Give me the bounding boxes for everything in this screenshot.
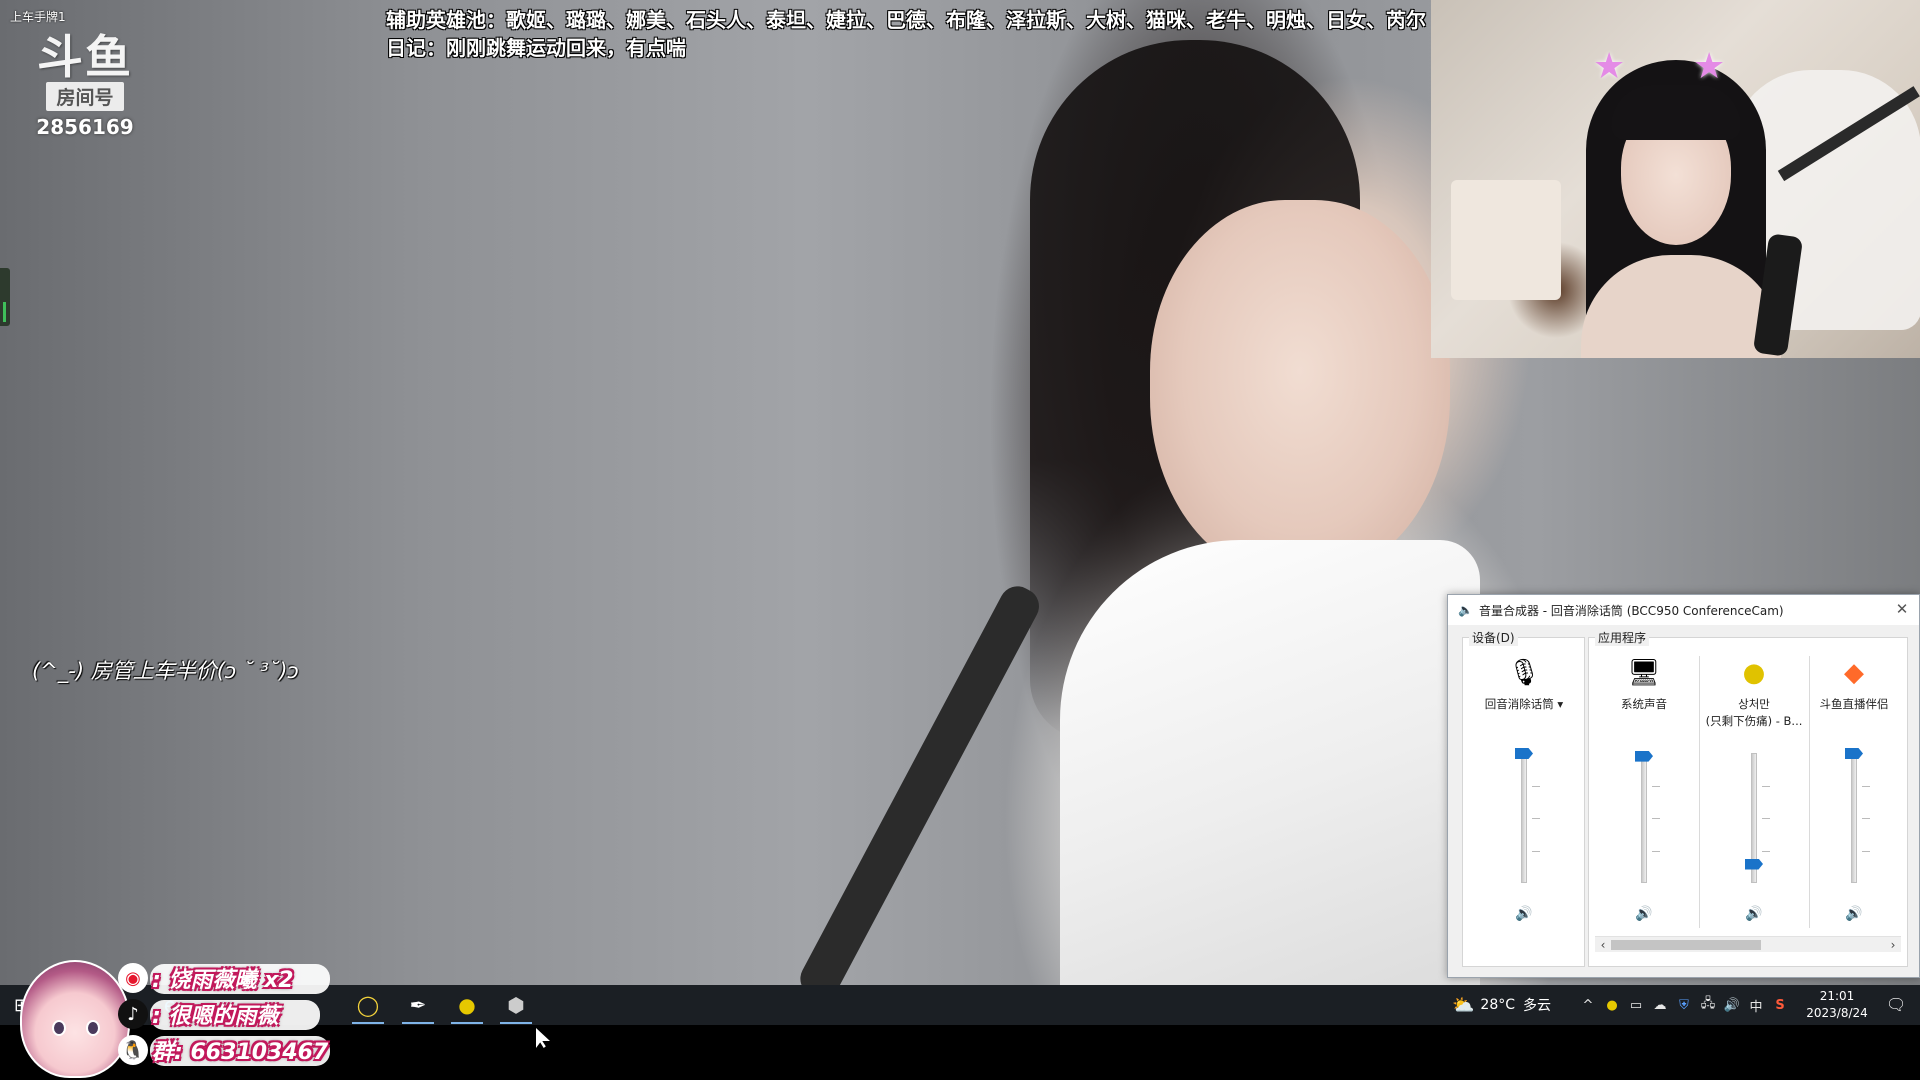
- cloud-icon: ⛅: [1452, 994, 1475, 1016]
- mute-button-device[interactable]: 🔊: [1515, 906, 1532, 922]
- slider-tick: [1762, 850, 1770, 852]
- volume-slider-device[interactable]: [1521, 753, 1527, 883]
- slider-tick: [1862, 850, 1870, 852]
- corner-tag: 上车手牌1: [10, 10, 66, 24]
- notification-icon[interactable]: 🗨: [1886, 995, 1906, 1014]
- mixer-title-bar[interactable]: 🔈 音量合成器 - 回音消除话筒 (BCC950 ConferenceCam): [1448, 595, 1919, 625]
- headline-overlay: 辅助英雄池：歌姬、璐璐、娜美、石头人、泰坦、婕拉、巴德、布隆、泽拉斯、大树、猫咪…: [386, 6, 1426, 62]
- hero-pool-text: 辅助英雄池：歌姬、璐璐、娜美、石头人、泰坦、婕拉、巴德、布隆、泽拉斯、大树、猫咪…: [386, 8, 1426, 32]
- avatar-eye: [52, 1020, 66, 1036]
- slider-tick: [1652, 850, 1660, 852]
- tray-app-icon[interactable]: ●: [1600, 998, 1624, 1013]
- scroll-left-icon[interactable]: ‹: [1595, 937, 1611, 953]
- slider-tick: [1762, 818, 1770, 819]
- slider-thumb-douyu[interactable]: [1845, 748, 1863, 759]
- channel-system: 🖥 系统声音 🔊: [1589, 638, 1699, 938]
- network-icon[interactable]: 🖧: [1696, 994, 1720, 1016]
- mute-button-douyu[interactable]: 🔊: [1845, 906, 1862, 922]
- slider-thumb-music[interactable]: [1745, 858, 1763, 870]
- promo-text: (^_-) 房管上车半价(ɔ ˘ ³˘)ɔ: [32, 659, 299, 683]
- wallpaper-face: [1150, 200, 1450, 580]
- weibo-icon: ◉: [118, 963, 148, 993]
- apps-group: 应用程序 🖥 系统声音 🔊 ● 상처만 (只剩下伤痛) - B... 🔊 ◆ 斗…: [1588, 629, 1909, 967]
- weather-widget[interactable]: ⛅ 28°C 多云: [1452, 985, 1551, 1025]
- douyin-handle: : 很嗯的雨薇: [152, 1004, 279, 1029]
- cortana-icon[interactable]: ◯: [348, 989, 388, 1024]
- speaker-icon: 🔈: [1458, 603, 1473, 617]
- tray-shield-icon[interactable]: ⛨: [1672, 998, 1696, 1013]
- diary-text: 日记：刚刚跳舞运动回来，有点喘: [386, 36, 686, 60]
- webcam-feed: ★ ★: [1431, 0, 1920, 358]
- tray-display-icon[interactable]: ▭: [1624, 998, 1648, 1013]
- channel-douyu: ◆ 斗鱼直播伴侣 🔊: [1799, 638, 1909, 938]
- system-sounds-icon: 🖥: [1627, 658, 1661, 688]
- douyu-companion-icon: ◆: [1844, 658, 1864, 688]
- qq-penguin-icon: 🐧: [118, 1035, 148, 1065]
- avatar-eye: [86, 1020, 100, 1036]
- mute-button-music[interactable]: 🔊: [1745, 906, 1762, 922]
- channel-name: 系统声音: [1621, 697, 1667, 711]
- ime-indicator[interactable]: 中: [1744, 996, 1768, 1015]
- room-number-label: 房间号: [46, 82, 124, 111]
- volume-slider-system[interactable]: [1641, 753, 1647, 883]
- slider-tick: [1652, 785, 1660, 787]
- tray-cloud-icon[interactable]: ☁: [1648, 998, 1672, 1013]
- channel-music: ● 상처만 (只剩下伤痛) - B... 🔊: [1699, 638, 1809, 938]
- scrollbar-thumb[interactable]: [1611, 940, 1761, 950]
- webcam-bangs: [1611, 85, 1741, 140]
- slider-tick: [1532, 818, 1540, 819]
- device-dropdown[interactable]: 回音消除话筒 ▾: [1469, 696, 1579, 713]
- mute-button-system[interactable]: 🔊: [1635, 906, 1652, 922]
- shield-icon[interactable]: ⬢: [496, 989, 536, 1024]
- slider-thumb-system[interactable]: [1635, 750, 1653, 762]
- douyu-logo: 斗鱼 房间号 2856169: [30, 32, 140, 139]
- slider-tick: [1532, 785, 1540, 787]
- chevron-up-icon[interactable]: ^: [1576, 998, 1600, 1013]
- volume-slider-douyu[interactable]: [1851, 753, 1857, 883]
- room-number: 2856169: [36, 115, 134, 139]
- anime-avatar: [20, 960, 130, 1078]
- music-icon[interactable]: ●: [447, 989, 487, 1024]
- weather-desc: 多云: [1523, 998, 1552, 1014]
- weather-temp: 28°C: [1480, 997, 1516, 1013]
- qq-group: 群: 663103467: [152, 1040, 329, 1065]
- star-hairclip-icon: ★: [1593, 46, 1626, 87]
- volume-icon[interactable]: 🔊: [1720, 998, 1744, 1013]
- slider-tick: [1532, 850, 1540, 852]
- channel-name: 상처만 (只剩下伤痛) - B...: [1705, 697, 1803, 728]
- scroll-right-icon[interactable]: ›: [1885, 937, 1901, 953]
- douyu-logo-mark: 斗鱼: [37, 30, 133, 84]
- clock-date: 2023/8/24: [1806, 1006, 1868, 1020]
- side-panel-handle[interactable]: [0, 268, 10, 326]
- pen-app-icon[interactable]: ✒: [398, 989, 438, 1024]
- slider-tick: [1862, 818, 1870, 819]
- douyin-icon: ♪: [118, 999, 148, 1029]
- clock-time: 21:01: [1819, 989, 1855, 1003]
- slider-thumb-device[interactable]: [1515, 748, 1533, 759]
- music-app-icon: ●: [1742, 658, 1766, 688]
- channel-name: 斗鱼直播伴侣: [1819, 697, 1889, 711]
- device-group: 设备(D) 🎙 回音消除话筒 ▾ 🔊: [1462, 629, 1585, 967]
- weibo-handle: : 饶雨薇曦 x2: [152, 968, 294, 993]
- webcam-shelf: [1451, 180, 1561, 300]
- volume-mixer-window: 🔈 音量合成器 - 回音消除话筒 (BCC950 ConferenceCam) …: [1447, 594, 1920, 978]
- taskbar-clock[interactable]: 21:01 2023/8/24: [1800, 988, 1874, 1022]
- sogou-input-icon[interactable]: S: [1768, 998, 1792, 1013]
- mixer-title: 音量合成器 - 回音消除话筒 (BCC950 ConferenceCam): [1478, 603, 1784, 618]
- channel-device: 🎙 回音消除话筒 ▾ 🔊: [1469, 638, 1579, 938]
- wallpaper-shirt: [1060, 540, 1480, 985]
- horizontal-scrollbar[interactable]: ‹ ›: [1595, 936, 1901, 952]
- qq-row: 🐧 群: 663103467: [118, 1034, 328, 1066]
- slider-tick: [1762, 785, 1770, 787]
- system-tray: ^ ● ▭ ☁ ⛨ 🖧 🔊 中 S: [1576, 985, 1792, 1025]
- douyin-row: ♪ : 很嗯的雨薇: [118, 998, 278, 1030]
- wallpaper-bag-strap: [794, 580, 1046, 1005]
- weibo-row: ◉ : 饶雨薇曦 x2: [118, 962, 294, 994]
- slider-tick: [1652, 818, 1660, 819]
- social-overlay: ◉ : 饶雨薇曦 x2 ♪ : 很嗯的雨薇 🐧 群: 663103467: [0, 950, 340, 1080]
- close-icon[interactable]: ✕: [1893, 600, 1911, 618]
- slider-tick: [1862, 785, 1870, 787]
- star-hairclip-icon: ★: [1693, 46, 1726, 87]
- microphone-icon: 🎙: [1507, 658, 1541, 688]
